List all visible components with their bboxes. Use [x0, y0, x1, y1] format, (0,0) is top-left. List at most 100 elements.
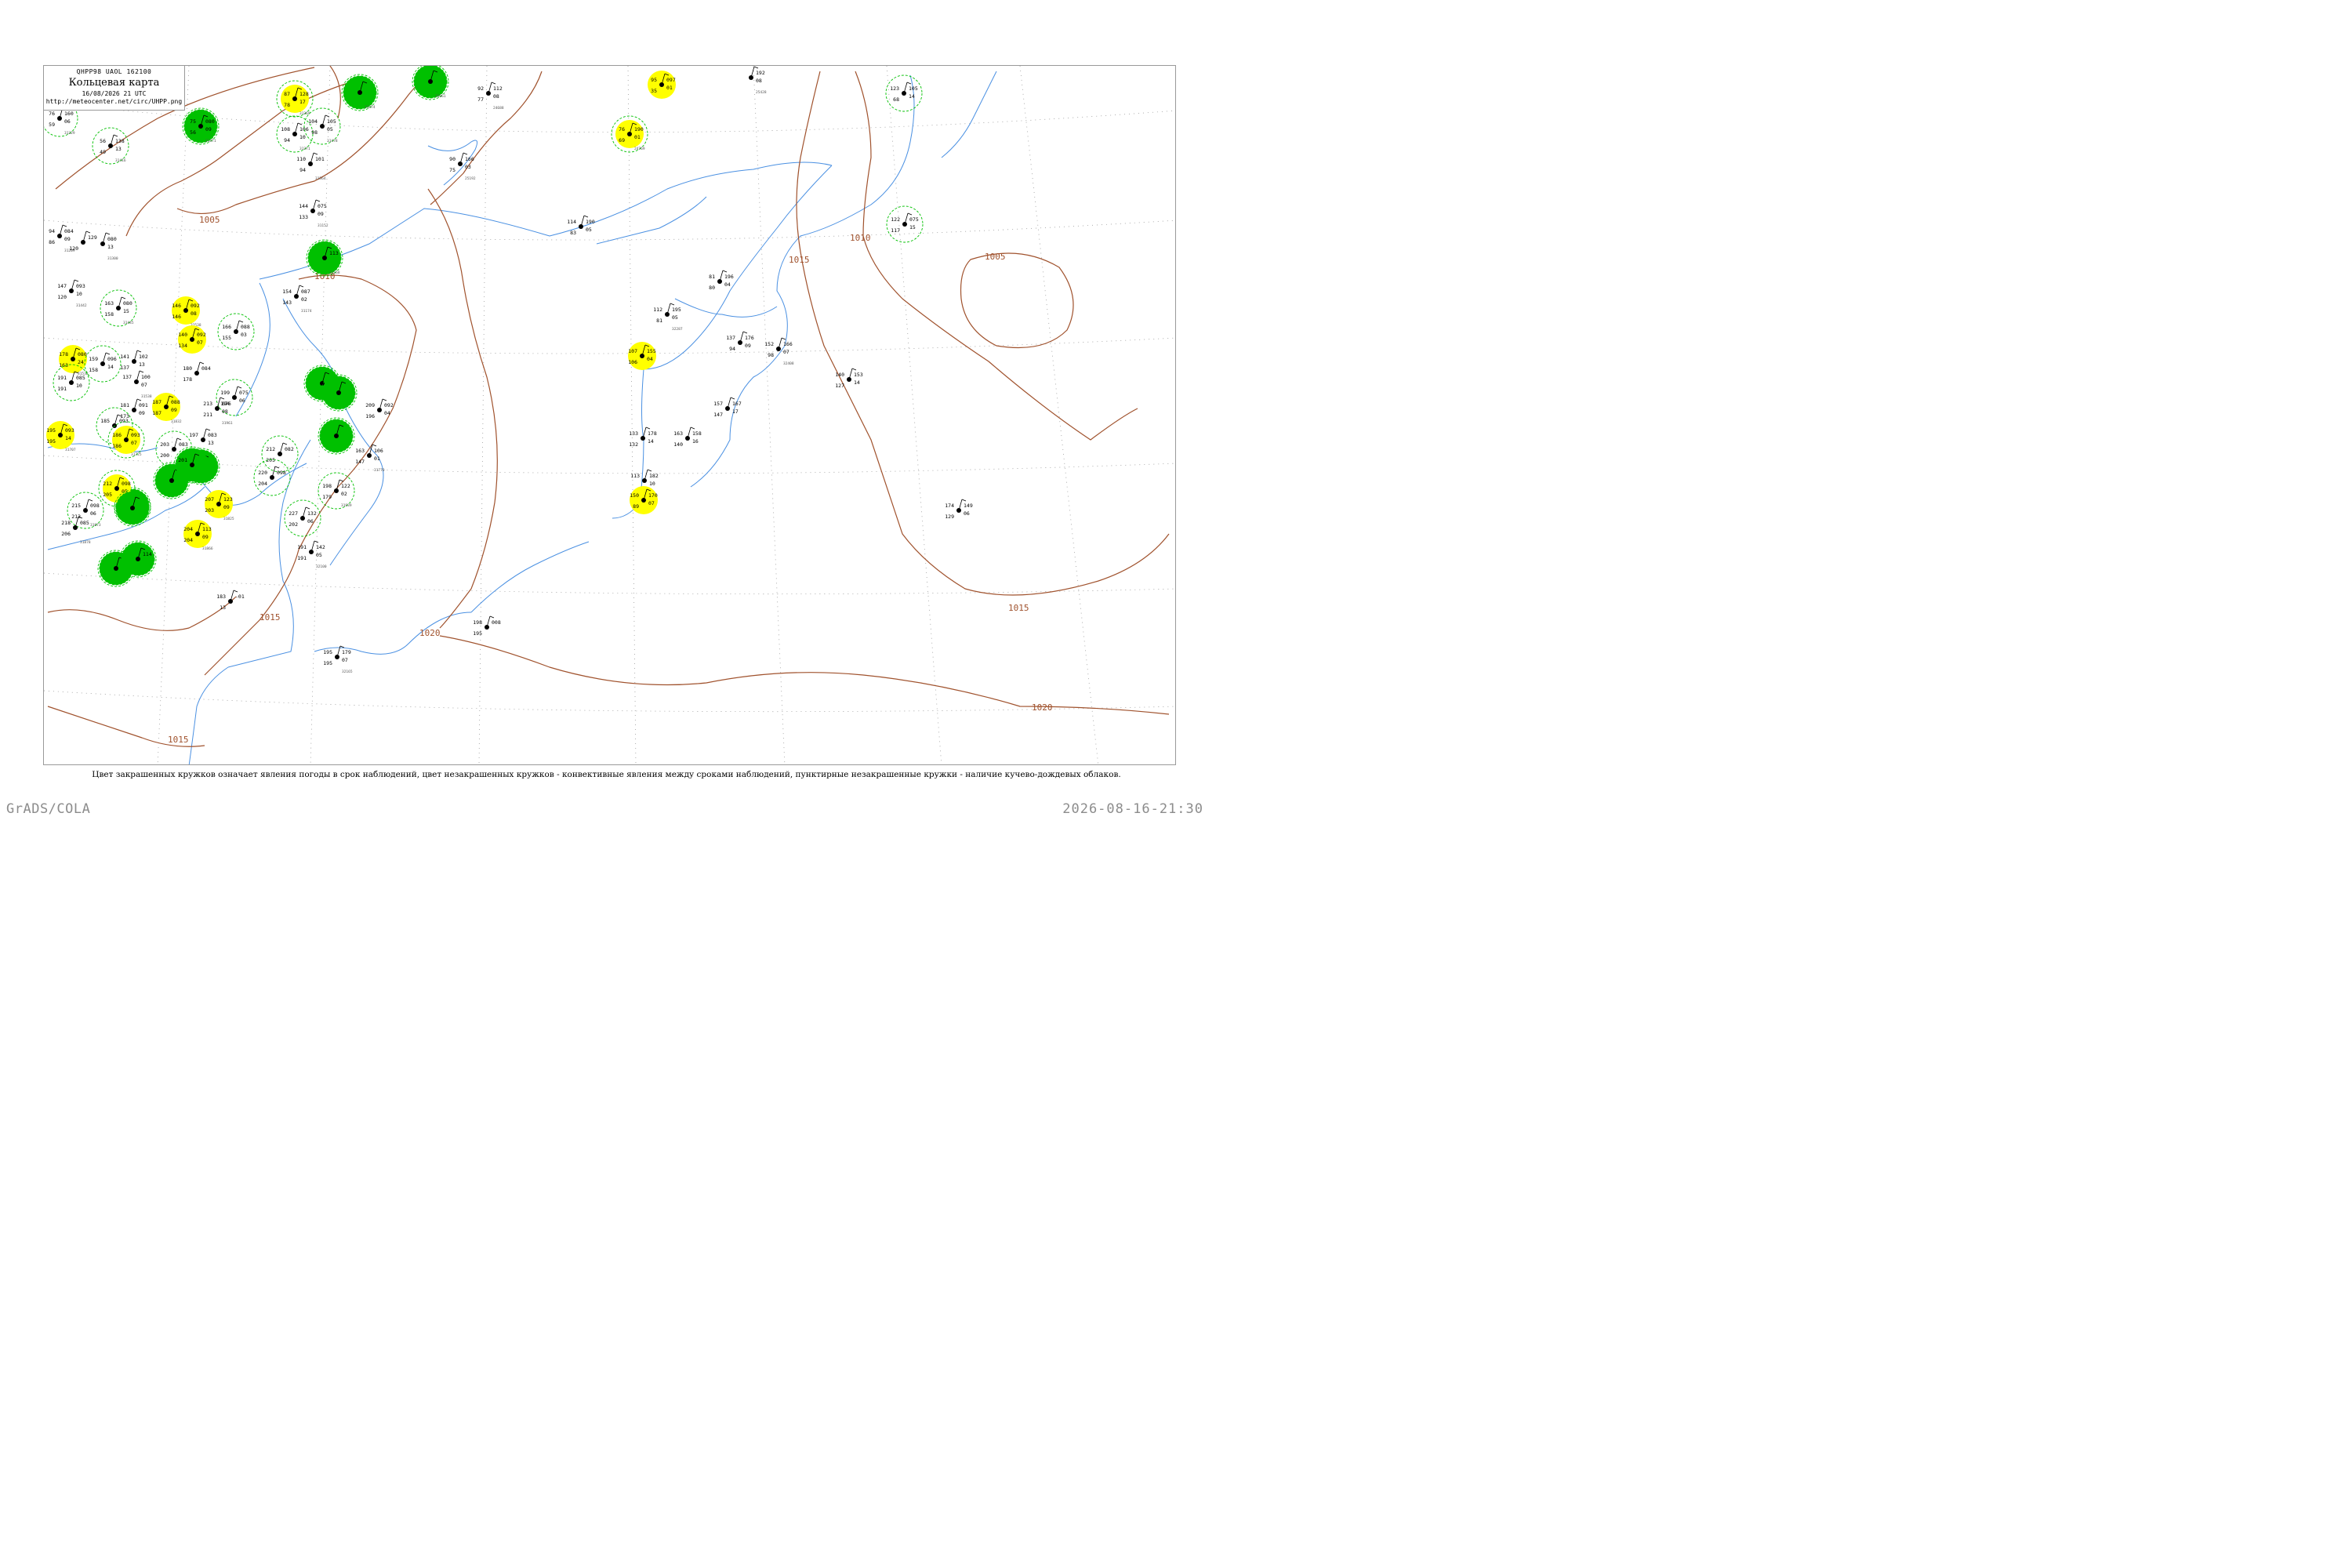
air-temperature: 207	[205, 496, 214, 503]
dew-point: 143	[282, 299, 292, 306]
dew-point: 81	[656, 318, 662, 324]
wind-barb-feather	[315, 199, 321, 202]
wind-barb-feather	[489, 615, 495, 619]
pressure-tendency: 03	[241, 332, 247, 338]
station-plot: 150 170 89 07	[630, 486, 658, 514]
station-index: 31866	[202, 546, 213, 551]
pressure-tendency: 14	[107, 364, 114, 370]
pressure-value: 142	[316, 544, 325, 550]
pressure-tendency: 05	[327, 126, 333, 132]
dew-point: 133	[299, 214, 308, 220]
station-plot: 137 100 07 31538	[122, 370, 152, 399]
pressure-value: 075	[239, 390, 249, 396]
dew-point: 13	[220, 604, 226, 611]
pressure-value: 092	[384, 402, 394, 408]
station-index: 31878	[80, 540, 91, 545]
station-plot: 137 176 94 09	[726, 331, 754, 352]
station-plot: 122 075 117 15	[886, 205, 924, 243]
dew-point: 86	[49, 239, 55, 245]
station-plot: 191 142 191 05 32100	[297, 540, 327, 569]
dew-point: 69	[619, 137, 625, 143]
pressure-tendency: 10	[76, 291, 82, 297]
map-datetime: 16/08/2026 21 UTC	[82, 90, 147, 97]
pressure-value: 087	[301, 289, 310, 295]
map-frame: 1005 1010 1010 1015 1015 1005 1015 1015 …	[43, 65, 1176, 765]
station-plot: 123 105 68 14	[885, 74, 923, 112]
pressure-value: 166	[465, 156, 474, 162]
pressure-tendency: 17	[299, 99, 306, 105]
pressure-value: 076	[222, 401, 231, 407]
station-plot: 187 088 187 09 31832	[152, 393, 182, 424]
pressure-value: 192	[756, 70, 765, 76]
station-index: 31329	[64, 131, 75, 136]
station-plot: 227 132 202 06	[284, 499, 321, 537]
wind-barb-feather	[238, 320, 244, 323]
station-plot: 140 153 127 14	[835, 368, 863, 389]
station-index: 31369	[299, 111, 310, 116]
station-index: 31152	[318, 223, 328, 228]
dew-point: 202	[289, 521, 298, 528]
dew-point: 179	[322, 494, 332, 500]
pressure-tendency: 05	[316, 552, 322, 558]
pressure-value: 101	[315, 156, 325, 162]
station-plot: 76 190 69 01 24769	[611, 115, 648, 153]
wind-barb-feather	[753, 66, 759, 69]
dew-point: 140	[673, 441, 683, 448]
station-plot: 95 097 35 01	[648, 71, 676, 99]
pressure-tendency: 13	[139, 361, 145, 368]
pressure-value: 138	[115, 138, 125, 144]
air-temperature: 187	[152, 399, 162, 405]
station-plot: 213 076 211 08 31961	[203, 397, 233, 426]
air-temperature: 220	[258, 470, 267, 476]
wind-barb-feather	[74, 279, 79, 282]
wind-barb-feather	[647, 469, 652, 472]
isobars	[47, 66, 1170, 747]
pressure-value: 008	[492, 619, 501, 626]
pressure-tendency: 14	[65, 435, 71, 441]
air-temperature: 56	[100, 138, 106, 144]
pressure-value: 105	[909, 85, 918, 92]
station-index: 31770	[374, 468, 385, 473]
pressure-tendency: 02	[341, 491, 347, 497]
station-index: 31873	[90, 523, 101, 528]
air-temperature: 108	[281, 126, 290, 132]
pressure-value: 113	[202, 526, 212, 532]
air-temperature: 140	[835, 372, 844, 378]
air-temperature: 112	[653, 307, 662, 313]
station-index: 31961	[222, 421, 233, 426]
station-plot: 110 101 94 31564	[296, 152, 326, 181]
station-plot: 080 13 31300	[100, 232, 118, 261]
pressure-value: 166	[783, 341, 793, 347]
air-temperature: 76	[619, 126, 625, 132]
grads-credit: GrADS/COLA	[6, 801, 91, 817]
air-temperature: 199	[220, 390, 230, 396]
station-index: 31707	[65, 448, 76, 452]
pressure-value: 100	[141, 374, 151, 380]
pressure-value: 195	[672, 307, 681, 313]
pressure-tendency: 13	[208, 440, 214, 446]
dew-point: 200	[160, 452, 169, 459]
isobar-label: 1005	[199, 215, 220, 225]
pressure-value: 176	[745, 335, 754, 341]
wind-barb-feather	[742, 331, 748, 334]
air-temperature: 183	[216, 593, 226, 600]
wind-barb-feather	[233, 590, 238, 593]
station-plot: 107 155 106 04	[628, 342, 656, 370]
wind-barb-feather	[220, 397, 225, 400]
air-temperature: 218	[61, 520, 71, 526]
dew-point: 59	[49, 122, 55, 128]
stations-layer: 76 16059 063132956 13849 133141687 12878 17313…	[44, 66, 973, 674]
station-plot: 220 098 204	[253, 459, 291, 496]
pressure-tendency: 09	[205, 126, 212, 132]
dew-point: 127	[835, 383, 844, 389]
station-index: 32100	[316, 564, 327, 569]
air-temperature: 204	[183, 526, 193, 532]
station-index: 31442	[76, 303, 87, 308]
dew-point: 98	[311, 129, 318, 136]
air-temperature: 75	[190, 118, 196, 125]
wind-barb-feather	[372, 444, 377, 447]
air-temperature: 150	[630, 492, 639, 499]
pressure-value: 098	[90, 503, 100, 509]
air-temperature: 110	[296, 156, 306, 162]
wind-barb-feather	[314, 540, 319, 543]
